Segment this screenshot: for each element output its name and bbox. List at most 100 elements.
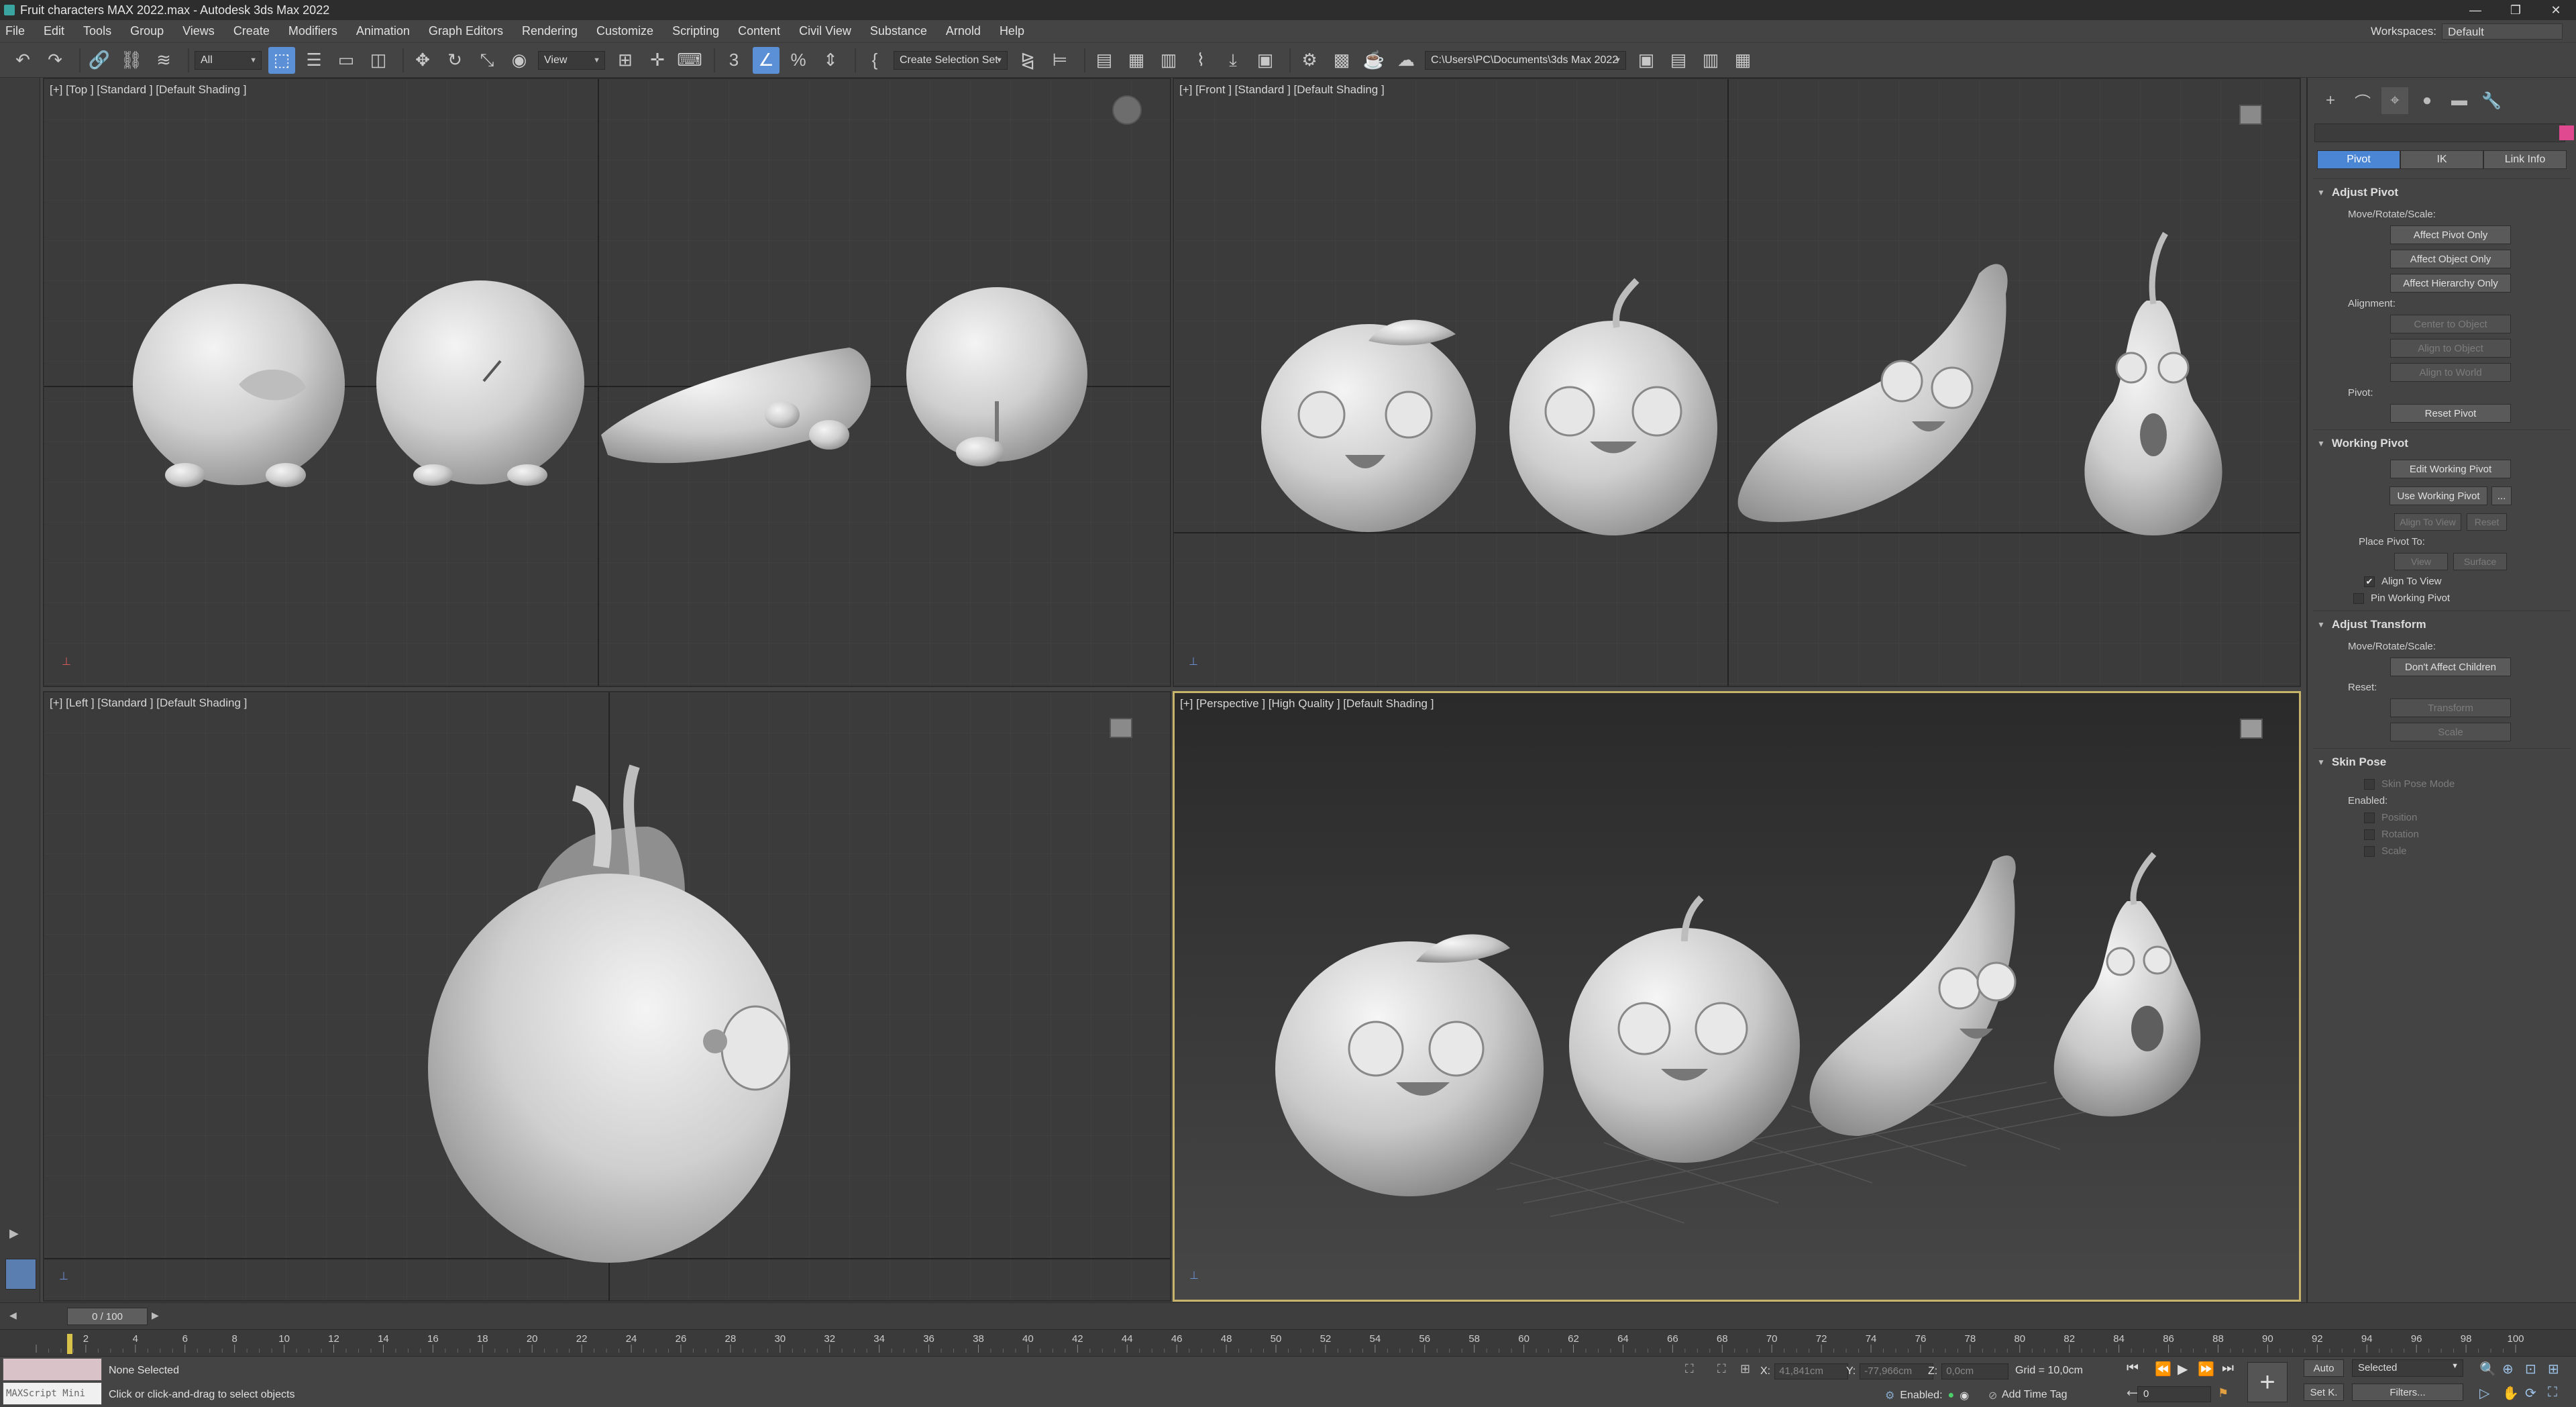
selection-filter-dropdown[interactable]: All ▼ [195,50,262,70]
rotation-checkbox[interactable]: Rotation [2364,829,2548,840]
snaps-toggle-icon[interactable]: 3 [720,47,747,74]
track-bar[interactable]: 2 4 6 8 10 12 14 16 18 20 22 24 26 28 30 32 34 36 38 40 42 44… [0,1329,2576,1356]
y-coordinate-field[interactable]: -77,966cm [1860,1363,1934,1379]
viewport-layout-icon[interactable] [5,1259,36,1290]
align-to-view-button[interactable]: Align To View [2394,513,2461,531]
keyboard-shortcut-override-icon[interactable]: ⌨ [676,47,703,74]
modify-tab-icon[interactable]: ⌒ [2349,87,2376,114]
create-tab-icon[interactable]: + [2317,87,2344,114]
set-key-button[interactable]: Set K. [2304,1384,2344,1401]
time-slider-thumb[interactable]: 0 / 100 [67,1308,148,1325]
undo-icon[interactable]: ↶ [9,47,36,74]
menu-file[interactable]: File [5,24,25,38]
time-slider-next-icon[interactable]: ▶ [152,1310,159,1321]
edit-named-selection-icon[interactable]: { [861,47,888,74]
maxscript-listener-field[interactable] [3,1358,102,1381]
close-button[interactable]: ✕ [2536,0,2576,20]
select-by-name-icon[interactable]: ☰ [301,47,327,74]
menu-help[interactable]: Help [1000,24,1024,38]
scene-explorer-icon[interactable]: ▤ [1091,47,1118,74]
viewport-label[interactable]: [+] [Perspective ] [High Quality ] [Defa… [1180,697,1434,711]
key-filter-dropdown[interactable]: Selected ▼ [2352,1359,2463,1377]
workspaces-selector[interactable]: Workspaces: Default [2371,23,2563,40]
menu-modifiers[interactable]: Modifiers [288,24,337,38]
ik-button[interactable]: IK [2400,150,2483,169]
spinner-snap-icon[interactable]: ⇕ [817,47,844,74]
skin-pose-mode-checkbox[interactable]: Skin Pose Mode [2364,778,2548,790]
zoom-extents-all-icon[interactable]: ⊞ [2548,1361,2559,1377]
object-color-swatch[interactable] [2559,125,2574,140]
edit-working-pivot-button[interactable]: Edit Working Pivot [2390,460,2511,478]
menu-arnold[interactable]: Arnold [946,24,981,38]
select-object-icon[interactable]: ⬚ [268,46,295,74]
previous-frame-icon[interactable]: ⏪ [2155,1361,2171,1377]
ribbon-toggle-icon[interactable]: ▥ [1155,47,1182,74]
menu-civil-view[interactable]: Civil View [799,24,851,38]
place-view-button[interactable]: View [2394,553,2448,570]
affect-hierarchy-only-button[interactable]: Affect Hierarchy Only [2390,274,2511,293]
pivot-point-center-icon[interactable]: ⊞ [612,47,639,74]
menu-tools[interactable]: Tools [83,24,111,38]
bind-space-warp-icon[interactable]: ≋ [150,47,177,74]
time-tag-icon[interactable]: ⊘ [1988,1389,1997,1402]
x-coordinate-field[interactable]: 41,841cm [1774,1363,1849,1379]
zoom-all-icon[interactable]: ⊕ [2502,1361,2514,1377]
time-slider[interactable]: ◀ 0 / 100 ▶ [0,1302,2576,1329]
display-tab-icon[interactable]: ▬ [2446,87,2473,114]
key-filter-icon[interactable]: ⚑ [2218,1386,2229,1400]
position-checkbox[interactable]: Position [2364,812,2548,823]
project-icon-2[interactable]: ▤ [1665,47,1692,74]
center-to-object-button[interactable]: Center to Object [2390,315,2511,333]
selection-lock-icon[interactable]: ⛶ [1717,1362,1726,1376]
redo-icon[interactable]: ↷ [42,47,68,74]
project-icon-3[interactable]: ▥ [1697,47,1724,74]
isolate-selection-icon[interactable]: ⛶ [1685,1362,1694,1376]
affect-object-only-button[interactable]: Affect Object Only [2390,250,2511,268]
object-name-field[interactable] [2314,123,2574,142]
pan-icon[interactable]: ✋ [2502,1385,2519,1402]
go-to-start-icon[interactable]: ⏮ [2127,1361,2139,1376]
menu-scripting[interactable]: Scripting [672,24,719,38]
expand-arrow-icon[interactable]: ▶ [9,1227,19,1241]
align-icon[interactable]: ⊨ [1046,47,1073,74]
viewport-front[interactable]: [+] [Front ] [Standard ] [Default Shadin… [1173,78,2301,687]
render-production-icon[interactable]: ☕ [1360,47,1387,74]
menu-content[interactable]: Content [738,24,780,38]
zoom-extents-icon[interactable]: ⊡ [2525,1361,2536,1377]
current-frame-field[interactable]: 0 [2137,1386,2211,1402]
enabled-toggle-icon[interactable]: ● [1948,1390,1955,1402]
next-frame-icon[interactable]: ⏩ [2198,1361,2214,1377]
working-pivot-reset-button[interactable]: Reset [2467,513,2507,531]
layer-explorer-icon[interactable]: ▦ [1123,47,1150,74]
project-icon-1[interactable]: ▣ [1633,47,1660,74]
reset-pivot-button[interactable]: Reset Pivot [2390,404,2511,423]
align-to-world-button[interactable]: Align to World [2390,363,2511,382]
menu-rendering[interactable]: Rendering [522,24,578,38]
project-folder-dropdown[interactable]: C:\Users\PC\Documents\3ds Max 2022 ▼ [1425,50,1626,70]
maximize-button[interactable]: ❐ [2496,0,2536,20]
pin-working-pivot-checkbox[interactable]: Pin Working Pivot [2353,592,2548,604]
rollout-header[interactable]: ▼ Skin Pose [2313,749,2571,773]
viewport-perspective[interactable]: [+] [Perspective ] [High Quality ] [Defa… [1173,691,2301,1302]
link-icon[interactable]: 🔗 [86,47,113,74]
align-to-object-button[interactable]: Align to Object [2390,339,2511,358]
viewport-label[interactable]: [+] [Top ] [Standard ] [Default Shading … [50,83,246,97]
motion-tab-icon[interactable]: ● [2414,87,2440,114]
orbit-icon[interactable]: ⟳ [2525,1385,2536,1402]
mirror-icon[interactable]: ⧎ [1014,47,1041,74]
rollout-header[interactable]: ▼ Working Pivot [2313,430,2571,454]
menu-edit[interactable]: Edit [44,24,64,38]
rectangular-selection-icon[interactable]: ▭ [333,47,360,74]
curve-editor-icon[interactable]: ⌇ [1187,47,1214,74]
go-to-end-icon[interactable]: ⏭ [2222,1361,2234,1376]
scale-checkbox[interactable]: Scale [2364,845,2548,857]
angle-snap-icon[interactable]: ∠ [753,46,780,74]
pivot-button[interactable]: Pivot [2317,150,2400,169]
viewport-left[interactable]: [+] [Left ] [Standard ] [Default Shading… [43,691,1171,1302]
current-time-marker[interactable] [67,1334,72,1354]
percent-snap-icon[interactable]: % [785,47,812,74]
viewcube-icon[interactable] [2240,719,2263,739]
menu-create[interactable]: Create [233,24,270,38]
enabled-toggle-icon-2[interactable]: ◉ [1960,1389,1969,1402]
time-slider-prev-icon[interactable]: ◀ [9,1310,17,1321]
